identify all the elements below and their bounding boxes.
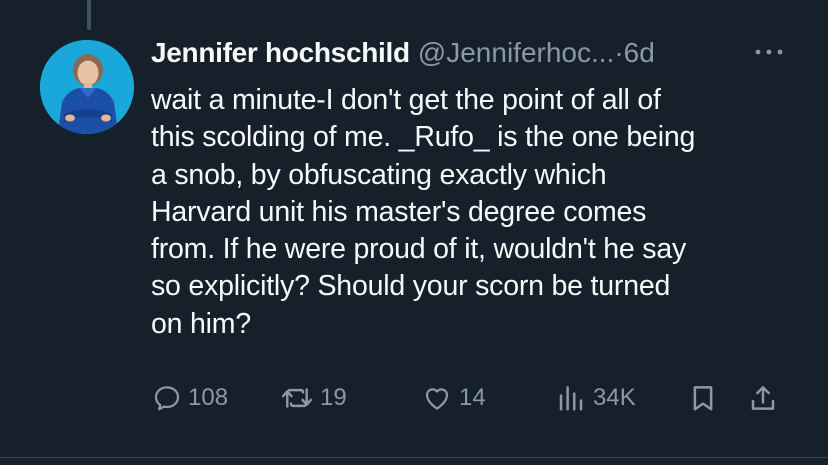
bar-chart-icon — [559, 386, 583, 411]
reply-count: 108 — [188, 384, 229, 411]
retweet-arrows-icon — [281, 388, 313, 408]
like-button[interactable]: 14 — [421, 376, 486, 420]
more-options-button[interactable] — [752, 38, 786, 66]
reply-button[interactable]: 108 — [152, 376, 228, 420]
avatar-photo — [40, 40, 134, 134]
tweet-header: Jennifer hochschild @Jenniferhoc...·6d — [151, 34, 791, 72]
tweet-divider — [0, 457, 828, 458]
views-button[interactable]: 34K — [555, 376, 636, 420]
like-count: 14 — [459, 384, 486, 411]
avatar[interactable] — [40, 40, 134, 134]
user-handle[interactable]: @Jenniferhoc... — [418, 37, 615, 68]
tweet-action-bar: 108 19 14 34K — [0, 376, 828, 420]
retweet-button[interactable]: 19 — [280, 376, 347, 420]
header-separator: · — [614, 37, 624, 68]
bookmark-icon — [693, 386, 713, 411]
heart-icon — [425, 388, 449, 410]
retweet-count: 19 — [320, 384, 347, 411]
share-upload-icon — [751, 386, 775, 410]
thread-connector-line — [87, 0, 91, 30]
view-count: 34K — [593, 384, 636, 411]
display-name[interactable]: Jennifer hochschild — [151, 37, 410, 68]
share-button[interactable] — [748, 376, 778, 420]
tweet-body-text: wait a minute-I don't get the point of a… — [151, 84, 696, 340]
tweet-timestamp[interactable]: 6d — [624, 37, 655, 68]
speech-bubble-icon — [154, 386, 180, 411]
bookmark-button[interactable] — [688, 376, 718, 420]
more-dots-icon — [755, 49, 783, 55]
